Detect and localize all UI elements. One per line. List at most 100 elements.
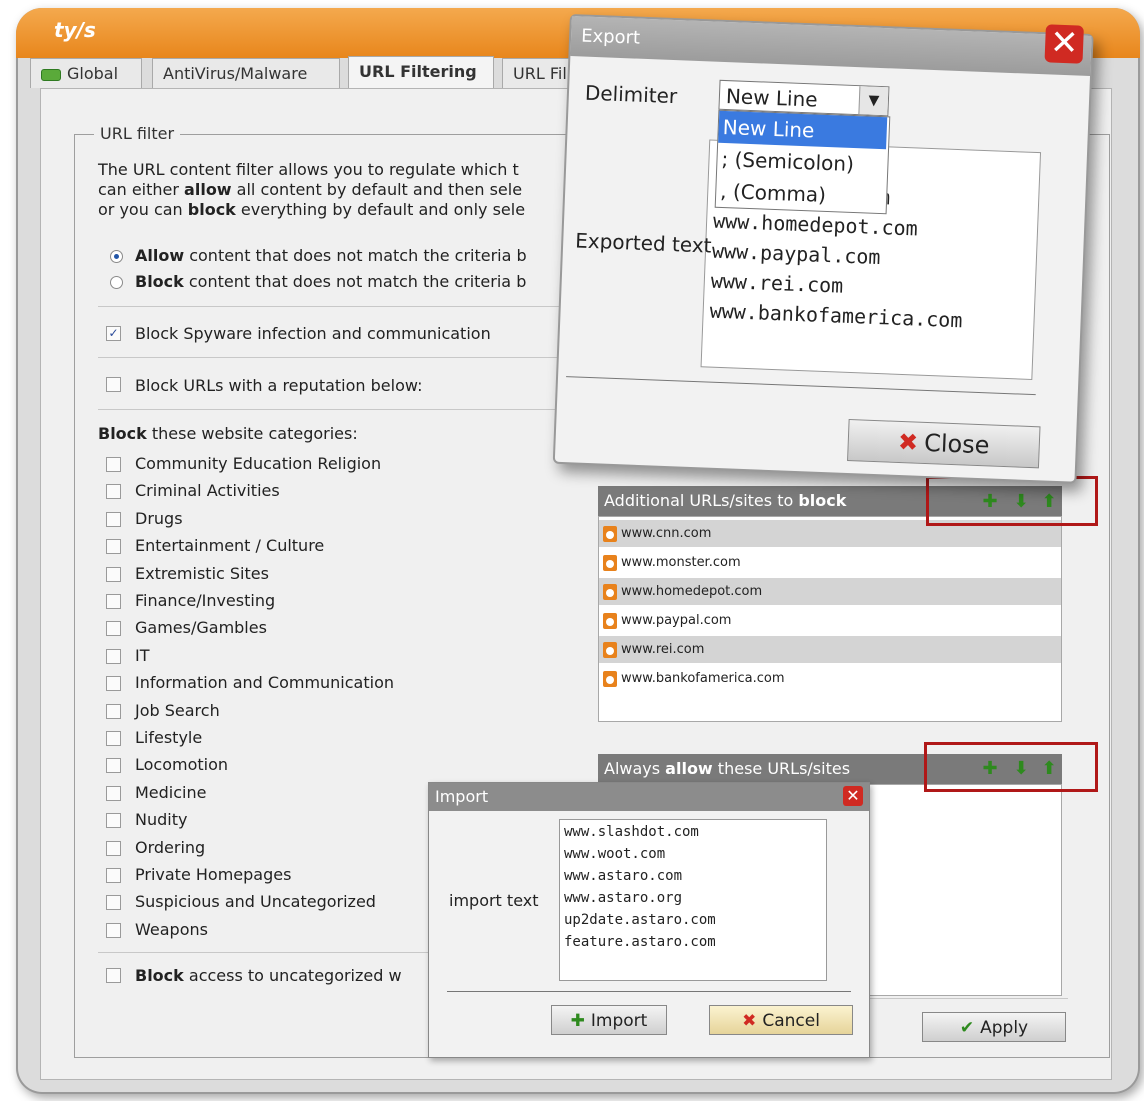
url-icon — [603, 670, 617, 687]
category-checkbox[interactable] — [106, 758, 121, 774]
import-dialog: Import ✕ import text www.slashdot.com www… — [428, 782, 870, 1058]
window-title: ty/s — [54, 18, 96, 42]
category-label: Extremistic Sites — [135, 563, 269, 583]
tab-label: AntiVirus/Malware — [163, 64, 308, 83]
list-item[interactable]: www.monster.com — [599, 549, 1061, 576]
delimiter-dropdown: New Line; (Semicolon), (Comma) — [714, 109, 891, 215]
category-checkbox[interactable] — [106, 731, 121, 746]
tab-global[interactable]: Global — [30, 58, 142, 88]
tab-antivirus[interactable]: AntiVirus/Malware — [152, 58, 340, 88]
list-item[interactable]: www.rei.com — [599, 636, 1061, 663]
tab-url-filtering[interactable]: URL Filtering — [348, 56, 494, 90]
category-checkbox[interactable] — [106, 922, 121, 938]
import-dialog-title: Import — [429, 783, 869, 811]
category-checkbox[interactable] — [106, 648, 121, 664]
url-text: www.bankofamerica.com — [621, 671, 785, 686]
category-checkbox[interactable] — [106, 813, 121, 829]
add-icon[interactable]: ✚ — [981, 759, 999, 779]
upload-icon[interactable]: ⬆ — [1040, 492, 1058, 512]
import-line: www.astaro.com — [564, 868, 683, 884]
global-icon — [41, 68, 61, 81]
close-icon: ✖ — [742, 1011, 757, 1031]
import-textarea[interactable]: www.slashdot.com www.woot.com www.astaro.c… — [559, 819, 827, 981]
divider — [566, 376, 1036, 396]
download-icon[interactable]: ⬇ — [1012, 759, 1030, 779]
category-label: Criminal Activities — [135, 481, 280, 501]
cancel-button[interactable]: ✖ Cancel — [709, 1005, 853, 1035]
category-checkbox[interactable] — [106, 566, 121, 582]
url-text: www.paypal.com — [621, 613, 732, 628]
category-checkbox[interactable] — [106, 511, 121, 527]
block-list: www.cnn.com www.monster.com www.homedepot.… — [598, 516, 1062, 722]
category-label: IT — [135, 645, 150, 665]
close-icon[interactable]: ✕ — [1044, 22, 1084, 64]
category-checkbox[interactable] — [106, 594, 121, 609]
uncategorized-checkbox[interactable] — [106, 968, 121, 983]
export-dialog: Export ✕ Delimiter New Line▼ mwww.homede… — [552, 14, 1094, 484]
tab-label: Global — [67, 64, 119, 83]
category-label: Lifestyle — [135, 728, 203, 747]
list-item[interactable]: www.homedepot.com — [599, 578, 1061, 605]
category-checkbox[interactable] — [106, 785, 121, 801]
reputation-label: Block URLs with a reputation below: — [135, 376, 423, 395]
export-line: www.rei.com — [710, 268, 844, 298]
delimiter-option[interactable]: , (Comma) — [716, 175, 885, 213]
category-label: Suspicious and Uncategorized — [135, 892, 376, 912]
import-line: www.slashdot.com — [564, 824, 699, 840]
category-checkbox[interactable] — [106, 895, 121, 911]
download-icon[interactable]: ⬇ — [1012, 492, 1030, 512]
spyware-label: Block Spyware infection and communicatio… — [135, 324, 491, 343]
category-checkbox[interactable] — [106, 703, 121, 719]
category-label: Drugs — [135, 508, 183, 528]
allow-radio-label: Allow content that does not match the cr… — [135, 246, 527, 265]
allow-radio[interactable] — [110, 250, 123, 263]
category-checkbox[interactable] — [106, 621, 121, 637]
category-label: Private Homepages — [135, 865, 292, 884]
url-icon — [603, 554, 617, 571]
import-text-label: import text — [449, 891, 539, 910]
url-text: www.monster.com — [621, 555, 741, 570]
category-checkbox[interactable] — [106, 484, 121, 500]
apply-button[interactable]: ✔ Apply — [922, 1012, 1066, 1042]
close-icon: ✖ — [897, 427, 919, 457]
export-line: www.homedepot.com — [712, 208, 919, 241]
category-label: Weapons — [135, 919, 208, 939]
checkmark-icon: ✔ — [959, 1018, 975, 1038]
description-line-3: or you can block everything by default a… — [98, 200, 526, 219]
category-checkbox[interactable] — [106, 539, 121, 555]
import-line: www.astaro.org — [564, 890, 683, 906]
spyware-checkbox[interactable]: ✓ — [106, 326, 121, 341]
category-checkbox[interactable] — [106, 840, 121, 856]
url-icon — [603, 641, 617, 658]
category-checkbox[interactable] — [106, 868, 121, 883]
list-item[interactable]: www.paypal.com — [599, 607, 1061, 634]
close-icon[interactable]: ✕ — [843, 786, 863, 806]
category-checkbox[interactable] — [106, 676, 121, 692]
divider — [98, 952, 428, 953]
url-icon — [603, 525, 617, 542]
close-button[interactable]: ✖ Close — [847, 418, 1041, 469]
add-icon[interactable]: ✚ — [981, 492, 999, 512]
categories-heading: Block these website categories: — [98, 424, 358, 443]
url-icon — [603, 612, 617, 629]
chevron-down-icon[interactable]: ▼ — [858, 86, 889, 116]
block-radio-label: Block content that does not match the cr… — [135, 272, 527, 291]
category-label: Finance/Investing — [135, 591, 276, 610]
list-item[interactable]: www.bankofamerica.com — [599, 665, 1061, 692]
divider — [98, 409, 568, 410]
upload-icon[interactable]: ⬆ — [1040, 759, 1058, 779]
import-button[interactable]: ✚ Import — [551, 1005, 667, 1035]
url-text: www.cnn.com — [621, 526, 712, 541]
category-label: Entertainment / Culture — [135, 536, 325, 556]
reputation-checkbox[interactable] — [106, 377, 121, 392]
category-label: Games/Gambles — [135, 618, 267, 638]
import-line: www.woot.com — [564, 846, 666, 862]
import-line: up2date.astaro.com — [564, 912, 716, 928]
url-icon — [603, 583, 617, 600]
category-label: Job Search — [135, 700, 220, 720]
category-checkbox[interactable] — [106, 457, 121, 472]
import-line: feature.astaro.com — [564, 934, 716, 950]
category-label: Information and Communication — [135, 673, 394, 693]
category-label: Medicine — [135, 782, 207, 802]
block-radio[interactable] — [110, 276, 123, 289]
